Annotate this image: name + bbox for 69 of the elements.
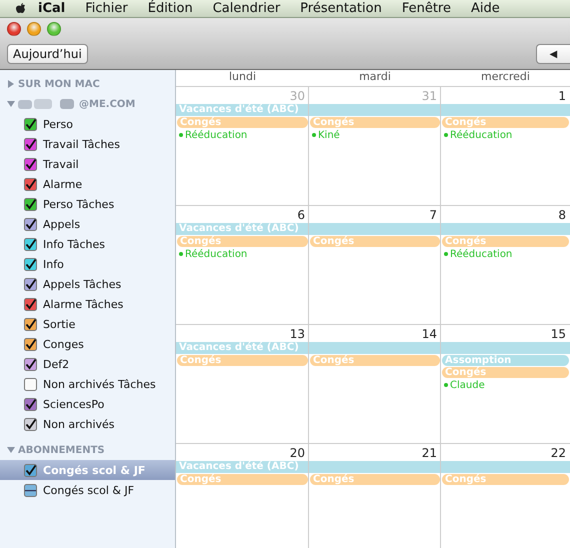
day-number: 1 — [557, 88, 567, 104]
calendar-item[interactable]: Appels Tâches — [0, 274, 175, 294]
calendar-item[interactable]: Non archivés — [0, 414, 175, 434]
calendar-checkbox[interactable] — [24, 378, 37, 390]
calendar-item[interactable]: Info — [0, 254, 175, 274]
apple-icon[interactable] — [14, 2, 28, 16]
minimize-button[interactable] — [27, 22, 41, 36]
calendar-checkbox[interactable] — [24, 464, 37, 476]
weekday-label: mardi — [358, 70, 392, 85]
today-button[interactable]: Aujourd’hui — [7, 44, 88, 64]
day-number: 8 — [557, 207, 567, 223]
calendar-checkbox[interactable] — [24, 158, 37, 170]
app-menu[interactable]: iCal — [28, 0, 76, 17]
calendar-item[interactable]: Sortie — [0, 314, 175, 334]
calendar-item[interactable]: SciencesPo — [0, 394, 175, 414]
calendar-item[interactable]: Perso — [0, 114, 175, 134]
section-title: @ME.COM — [79, 98, 136, 110]
calendar-checkbox[interactable] — [24, 118, 37, 130]
menu-item[interactable]: Présentation — [290, 0, 392, 17]
day-number: 13 — [288, 326, 306, 342]
day-number: 20 — [288, 445, 306, 461]
calendar-item[interactable]: Alarme — [0, 174, 175, 194]
menu-item[interactable]: Édition — [138, 0, 203, 17]
section-title: SUR MON MAC — [18, 78, 100, 90]
calendar-checkbox[interactable] — [24, 278, 37, 290]
day-number: 6 — [296, 207, 306, 223]
disclosure-triangle-icon[interactable] — [7, 446, 15, 454]
day-number: 7 — [428, 207, 438, 223]
menu-item[interactable]: Fenêtre — [392, 0, 461, 17]
menu-item[interactable]: Fichier — [75, 0, 138, 17]
calendar-item[interactable]: Non archivés Tâches — [0, 374, 175, 394]
calendar-item[interactable]: Perso Tâches — [0, 194, 175, 214]
calendar-item[interactable]: Travail Tâches — [0, 134, 175, 154]
day-number: 30 — [288, 88, 306, 104]
calendar-checkbox[interactable] — [24, 178, 37, 190]
calendar-checkbox[interactable] — [24, 218, 37, 230]
zoom-button[interactable] — [47, 22, 61, 36]
calendar-item[interactable]: Congés scol & JF — [0, 480, 175, 500]
calendar-item[interactable]: Appels — [0, 214, 175, 234]
calendar-checkbox[interactable] — [24, 318, 37, 330]
menu-item[interactable]: Calendrier — [202, 0, 290, 17]
day-number: 31 — [420, 88, 438, 104]
disclosure-triangle-icon[interactable] — [7, 80, 15, 88]
section-title: ABONNEMENTS — [18, 444, 105, 456]
calendar-checkbox[interactable] — [24, 358, 37, 370]
calendar-checkbox[interactable] — [24, 418, 37, 430]
calendar-item[interactable]: Conges — [0, 334, 175, 354]
weekday-label: mercredi — [480, 70, 531, 85]
day-number: 15 — [550, 326, 567, 342]
menu-item[interactable]: Aide — [460, 0, 510, 17]
calendar-checkbox[interactable] — [24, 138, 37, 150]
calendar-checkbox[interactable] — [24, 398, 37, 410]
day-number: 21 — [420, 445, 438, 461]
previous-button[interactable]: ◀ — [536, 44, 570, 64]
calendar-checkbox[interactable] — [24, 484, 37, 496]
calendar-item[interactable]: Travail — [0, 154, 175, 174]
calendar-checkbox[interactable] — [24, 298, 37, 310]
calendar-item[interactable]: Def2 — [0, 354, 175, 374]
calendar-checkbox[interactable] — [24, 338, 37, 350]
close-button[interactable] — [7, 22, 21, 36]
calendar-item[interactable]: Info Tâches — [0, 234, 175, 254]
disclosure-triangle-icon[interactable] — [7, 100, 15, 108]
day-number: 22 — [550, 445, 567, 461]
calendar-checkbox[interactable] — [24, 258, 37, 270]
calendar-checkbox[interactable] — [24, 238, 37, 250]
calendar-item[interactable]: Alarme Tâches — [0, 294, 175, 314]
weekday-label: lundi — [228, 70, 258, 85]
day-number: 14 — [420, 326, 438, 342]
calendar-checkbox[interactable] — [24, 198, 37, 210]
